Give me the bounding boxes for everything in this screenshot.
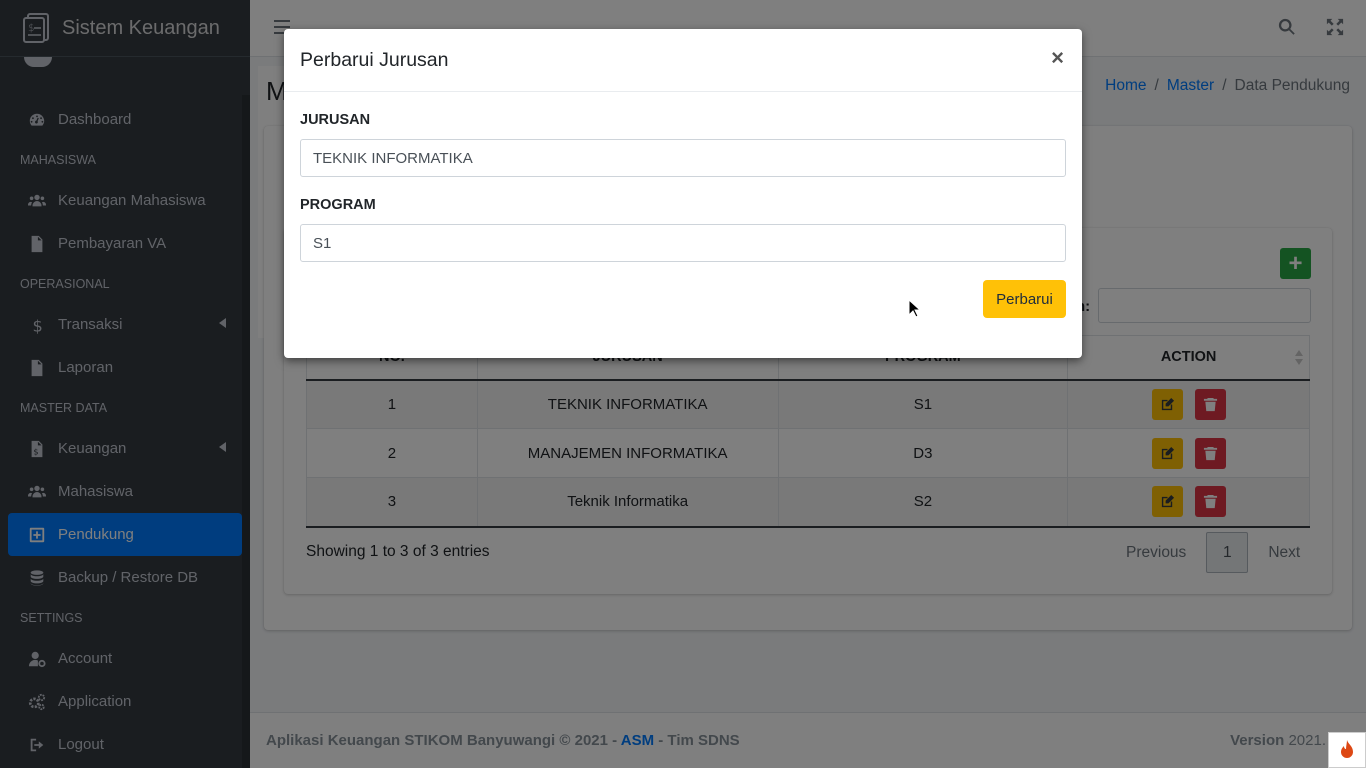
program-input[interactable]: S1	[300, 224, 1066, 262]
modal-header: Perbarui Jurusan ×	[284, 29, 1082, 92]
fire-icon	[1341, 740, 1353, 758]
close-icon[interactable]: ×	[1051, 47, 1064, 69]
modal-body: JURUSAN TEKNIK INFORMATIKA PROGRAM S1 Pe…	[284, 92, 1082, 318]
modal-title: Perbarui Jurusan	[300, 48, 449, 71]
mouse-cursor-icon	[908, 299, 922, 318]
perbarui-button[interactable]: Perbarui	[983, 280, 1066, 318]
jurusan-label: JURUSAN	[300, 112, 371, 128]
jurusan-input[interactable]: TEKNIK INFORMATIKA	[300, 139, 1066, 177]
debug-toolbar-tab[interactable]	[1328, 732, 1366, 768]
edit-jurusan-modal: Perbarui Jurusan × JURUSAN TEKNIK INFORM…	[284, 29, 1082, 358]
program-label: PROGRAM	[300, 197, 376, 213]
